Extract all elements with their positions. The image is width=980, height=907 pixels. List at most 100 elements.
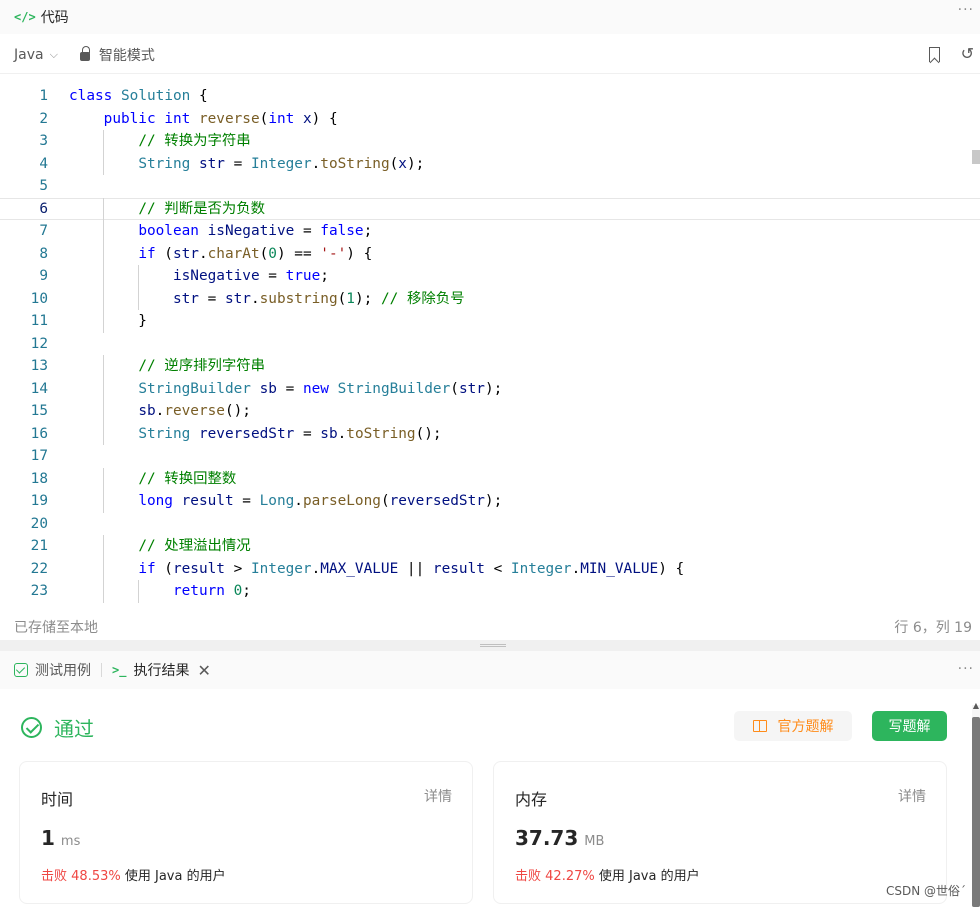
code-text: // 判断是否为负数	[138, 200, 266, 217]
code-line[interactable]: 9 isNegative = true;	[0, 265, 980, 288]
lock-icon	[79, 46, 90, 61]
reset-code-icon[interactable]: ↺	[961, 44, 974, 63]
cursor-position: 行 6，列 19	[894, 620, 972, 636]
close-icon[interactable]: ✕	[197, 661, 210, 680]
code-text: String reversedStr = sb.toString();	[138, 425, 442, 442]
code-line[interactable]: 14 StringBuilder sb = new StringBuilder(…	[0, 377, 980, 400]
code-line[interactable]: 17	[0, 445, 980, 468]
line-number: 22	[30, 560, 48, 577]
code-editor[interactable]: 1 class Solution {2 public int reverse(in…	[0, 85, 980, 605]
runtime-beat: 击败 48.53% 使用 Java 的用户	[41, 865, 226, 884]
tab-testcase[interactable]: 测试用例	[14, 660, 91, 680]
verdict-text: 通过	[54, 717, 94, 741]
code-line[interactable]: 19 long result = Long.parseLong(reversed…	[0, 490, 980, 513]
runtime-number: 1	[41, 826, 55, 850]
code-line[interactable]: 6 // 判断是否为负数	[0, 197, 980, 220]
code-text: if (result > Integer.MAX_VALUE || result…	[138, 560, 685, 577]
runtime-unit: ms	[60, 834, 81, 849]
code-line[interactable]: 4 String str = Integer.toString(x);	[0, 152, 980, 175]
watermark: CSDN @世俗ˊ	[885, 884, 966, 898]
code-panel: </> 代码 ··· Java ⌵ 智能模式 ↺ 1 class Solution…	[0, 0, 980, 640]
code-text: // 逆序排列字符串	[138, 358, 266, 374]
code-line[interactable]: 16 String reversedStr = sb.toString();	[0, 422, 980, 445]
official-solution-label: 官方题解	[777, 719, 834, 735]
line-number: 2	[39, 110, 48, 127]
line-number: 4	[39, 155, 48, 172]
runtime-card[interactable]: 时间 详情 1 ms 击败 48.53% 使用 Java 的用户	[19, 761, 473, 904]
code-line[interactable]: 3 // 转换为字符串	[0, 130, 980, 153]
code-line[interactable]: 13 // 逆序排列字符串	[0, 355, 980, 378]
code-line[interactable]: 18 // 转换回整数	[0, 467, 980, 490]
tab-testcase-label: 测试用例	[35, 663, 91, 679]
code-line[interactable]: 8 if (str.charAt(0) == '-') {	[0, 242, 980, 265]
code-text: StringBuilder sb = new StringBuilder(str…	[138, 380, 503, 397]
bookmark-icon[interactable]	[929, 47, 940, 62]
code-line[interactable]: 23 return 0;	[0, 580, 980, 603]
result-tabs: 测试用例 >_ 执行结果 ✕ ···	[0, 651, 980, 689]
terminal-icon: >_	[112, 663, 127, 677]
mode-label: 智能模式	[98, 47, 155, 64]
chevron-down-icon: ⌵	[49, 47, 58, 61]
write-solution-button[interactable]: 写题解	[872, 711, 947, 741]
code-text: // 处理溢出情况	[138, 538, 251, 554]
code-text: return 0;	[172, 583, 251, 599]
memory-unit: MB	[584, 834, 605, 849]
line-number: 11	[30, 313, 48, 329]
code-text: // 转换回整数	[138, 470, 237, 487]
memory-label: 内存	[515, 790, 548, 809]
memory-beat-prefix: 击败	[515, 869, 542, 884]
line-number: 13	[30, 358, 48, 374]
editor-toolbar: Java ⌵ 智能模式 ↺	[0, 36, 980, 74]
official-solution-button[interactable]: 官方题解	[734, 711, 852, 741]
code-line[interactable]: 5	[0, 175, 980, 198]
language-select[interactable]: Java ⌵	[14, 47, 58, 63]
tab-divider	[101, 663, 102, 677]
code-line[interactable]: 12	[0, 333, 980, 356]
line-number: 19	[30, 493, 48, 509]
runtime-beat-percent: 48.53%	[71, 869, 121, 884]
runtime-value: 1 ms	[41, 826, 80, 850]
memory-beat: 击败 42.27% 使用 Java 的用户	[515, 865, 700, 884]
runtime-detail-link[interactable]: 详情	[424, 786, 452, 806]
line-number: 23	[30, 583, 48, 599]
runtime-beat-prefix: 击败	[41, 869, 68, 884]
result-scrollbar-thumb[interactable]	[972, 717, 980, 907]
more-options-icon[interactable]: ···	[958, 2, 974, 18]
code-line[interactable]: 2 public int reverse(int x) {	[0, 108, 980, 131]
result-panel: 测试用例 >_ 执行结果 ✕ ··· 通过 官方题解 写题解 时间 详情 1 ms	[0, 651, 980, 907]
runtime-beat-suffix: 使用 Java 的用户	[124, 869, 226, 884]
book-icon	[752, 720, 767, 732]
code-line[interactable]: 22 if (result > Integer.MAX_VALUE || res…	[0, 557, 980, 580]
code-line[interactable]: 10 str = str.substring(1); // 移除负号	[0, 287, 980, 310]
result-scrollbar[interactable]: ▲	[972, 701, 980, 907]
line-number: 1	[39, 88, 48, 104]
smart-mode-toggle[interactable]: 智能模式	[79, 45, 155, 65]
code-text: long result = Long.parseLong(reversedStr…	[138, 493, 503, 509]
line-number: 5	[39, 178, 48, 194]
memory-beat-percent: 42.27%	[545, 869, 595, 884]
line-number: 17	[30, 448, 48, 464]
code-line[interactable]: 7 boolean isNegative = false;	[0, 220, 980, 243]
scroll-up-arrow-icon[interactable]: ▲	[973, 701, 979, 710]
line-number: 6	[39, 200, 48, 217]
line-number: 9	[39, 268, 48, 284]
result-more-options-icon[interactable]: ···	[958, 661, 974, 677]
line-number: 8	[39, 245, 48, 262]
leetcode-workspace: </> 代码 ··· Java ⌵ 智能模式 ↺ 1 class Solution…	[0, 0, 980, 907]
code-line[interactable]: 21 // 处理溢出情况	[0, 535, 980, 558]
code-panel-title: 代码	[40, 10, 69, 26]
code-line[interactable]: 15 sb.reverse();	[0, 400, 980, 423]
code-line[interactable]: 11 }	[0, 310, 980, 333]
tab-result-label: 执行结果	[133, 663, 190, 679]
memory-card[interactable]: 内存 详情 37.73 MB 击败 42.27% 使用 Java 的用户	[493, 761, 947, 904]
panel-resize-handle[interactable]	[480, 644, 506, 647]
line-number: 3	[39, 133, 48, 149]
tab-result[interactable]: >_ 执行结果 ✕	[112, 660, 211, 680]
line-number: 14	[30, 380, 48, 397]
language-label: Java	[14, 46, 44, 63]
line-number: 18	[30, 470, 48, 487]
code-line[interactable]: 20	[0, 513, 980, 536]
editor-scrollbar-thumb[interactable]	[972, 150, 980, 164]
code-line[interactable]: 1 class Solution {	[0, 85, 980, 108]
memory-detail-link[interactable]: 详情	[898, 786, 926, 806]
